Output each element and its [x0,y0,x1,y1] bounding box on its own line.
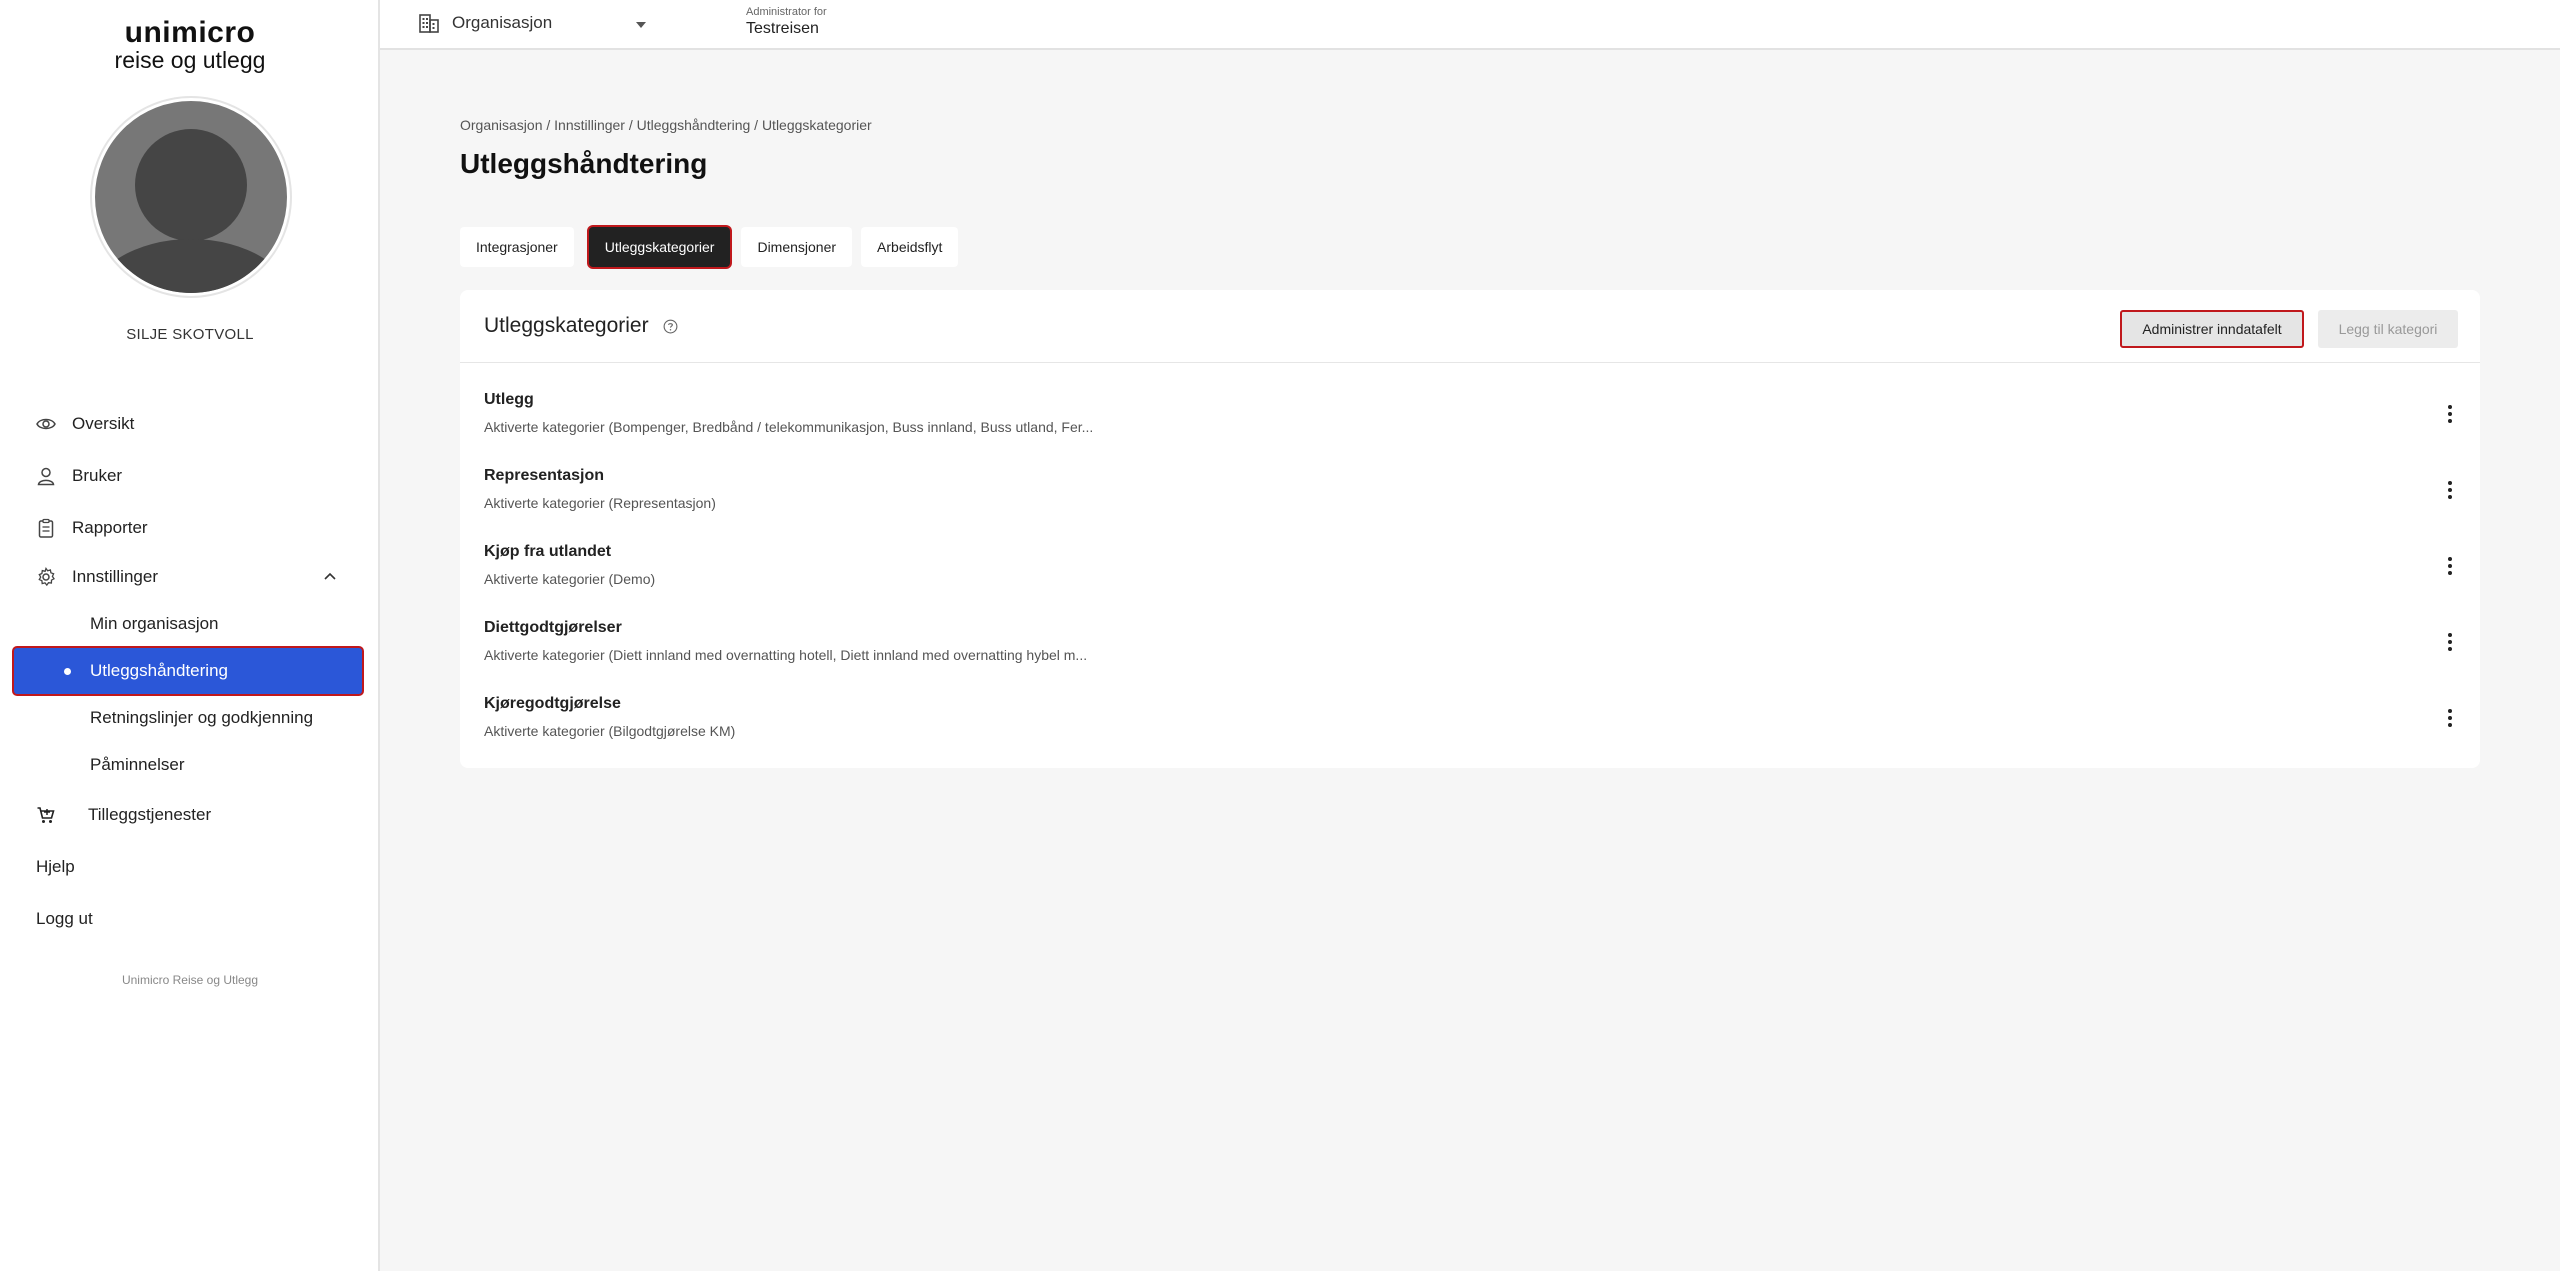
avatar[interactable] [92,98,290,296]
more-vert-icon[interactable] [2446,481,2454,503]
sidebar-footer: Unimicro Reise og Utlegg [121,973,259,987]
tab-arbeidsflyt[interactable]: Arbeidsflyt [861,227,959,267]
category-description: Aktiverte kategorier (Demo) [484,571,656,587]
sidebar-item-label: Logg ut [36,909,93,928]
sidebar-item-hjelp[interactable]: Hjelp [36,857,75,877]
tab-utleggskategorier[interactable]: Utleggskategorier [588,227,731,267]
sidebar-item-innstillinger[interactable]: Innstillinger [36,567,158,587]
card-title-text: Utleggskategorier [484,314,649,337]
sidebar-item-label: Bruker [72,466,123,485]
sidebar-item-oversikt[interactable]: Oversikt [36,414,134,434]
sidebar-item-label: Oversikt [72,414,135,433]
admin-for-label: Administrator for [746,6,827,18]
list-item[interactable]: Representasjon Aktiverte kategorier (Rep… [484,467,2454,527]
sidebar-item-label: Innstillinger [72,567,158,586]
chevron-up-icon[interactable] [324,570,336,582]
category-description: Aktiverte kategorier (Bilgodtgjørelse KM… [484,723,736,739]
logo-line2: reise og utlegg [114,47,266,73]
building-icon [419,14,439,33]
card-header: Utleggskategorier Administrer inndatafel… [460,290,2480,363]
top-bar: Organisasjon Administrator for Testreise… [380,0,2560,50]
category-description: Aktiverte kategorier (Bompenger, Bredbån… [484,419,1094,435]
sidebar-item-label: Rapporter [72,518,148,537]
sidebar-item-label: Utleggshåndtering [90,661,228,680]
user-icon [36,466,56,486]
user-name: SILJE SKOTVOLL [126,326,254,343]
cart-icon [36,805,56,825]
clipboard-icon [36,518,56,538]
more-vert-icon[interactable] [2446,557,2454,579]
manage-input-fields-button[interactable]: Administrer inndatafelt [2120,310,2304,348]
category-name: Diettgodtgjørelser [484,619,622,636]
category-name: Representasjon [484,467,605,484]
breadcrumb: Organisasjon / Innstillinger / Utleggshå… [460,117,872,133]
list-item[interactable]: Kjøregodtgjørelse Aktiverte kategorier (… [484,695,2454,755]
sidebar-item-tilleggstjenester[interactable]: Tilleggstjenester [36,805,211,825]
category-name: Kjøregodtgjørelse [484,695,621,712]
sidebar-item-label: Hjelp [36,857,75,876]
organization-label: Organisasjon [452,13,553,32]
category-description: Aktiverte kategorier (Diett innland med … [484,647,1088,663]
page-title: Utleggshåndtering [460,148,708,179]
admin-for: Administrator for Testreisen [746,6,827,38]
category-name: Utlegg [484,391,534,408]
app-logo[interactable]: unimicro reise og utlegg [0,18,380,72]
tab-integrasjoner[interactable]: Integrasjoner [460,227,574,267]
chevron-down-icon[interactable] [636,22,646,28]
tab-dimensjoner[interactable]: Dimensjoner [741,227,853,267]
sidebar: unimicro reise og utlegg SILJE SKOTVOLL … [0,0,380,1271]
sidebar-item-utleggshandtering[interactable]: Utleggshåndtering [14,648,362,694]
sidebar-item-label: Tilleggstjenester [88,805,212,824]
help-icon[interactable] [663,319,678,334]
eye-icon [36,414,56,434]
list-item[interactable]: Utlegg Aktiverte kategorier (Bompenger, … [484,391,2454,451]
category-name: Kjøp fra utlandet [484,543,612,560]
active-dot-icon [64,667,71,675]
more-vert-icon[interactable] [2446,633,2454,655]
sidebar-item-logg-ut[interactable]: Logg ut [36,909,93,929]
sidebar-item-retningslinjer[interactable]: Retningslinjer og godkjenning [90,708,313,728]
sidebar-item-min-organisasjon[interactable]: Min organisasjon [90,614,219,634]
admin-for-value: Testreisen [746,20,819,37]
tab-bar: Integrasjoner Utleggskategorier Dimensjo… [460,227,967,267]
card-title: Utleggskategorier [484,314,678,338]
add-category-button[interactable]: Legg til kategori [2318,310,2458,348]
gear-icon [36,567,56,587]
sidebar-item-paminnelser[interactable]: Påminnelser [90,755,185,775]
organization-select[interactable]: Organisasjon [418,12,552,34]
categories-card: Utleggskategorier Administrer inndatafel… [460,290,2480,768]
sidebar-item-bruker[interactable]: Bruker [36,466,122,486]
more-vert-icon[interactable] [2446,709,2454,731]
list-item[interactable]: Diettgodtgjørelser Aktiverte kategorier … [484,619,2454,679]
more-vert-icon[interactable] [2446,405,2454,427]
logo-line1: unimicro [124,16,256,49]
sidebar-item-rapporter[interactable]: Rapporter [36,518,148,538]
list-item[interactable]: Kjøp fra utlandet Aktiverte kategorier (… [484,543,2454,603]
category-description: Aktiverte kategorier (Representasjon) [484,495,716,511]
